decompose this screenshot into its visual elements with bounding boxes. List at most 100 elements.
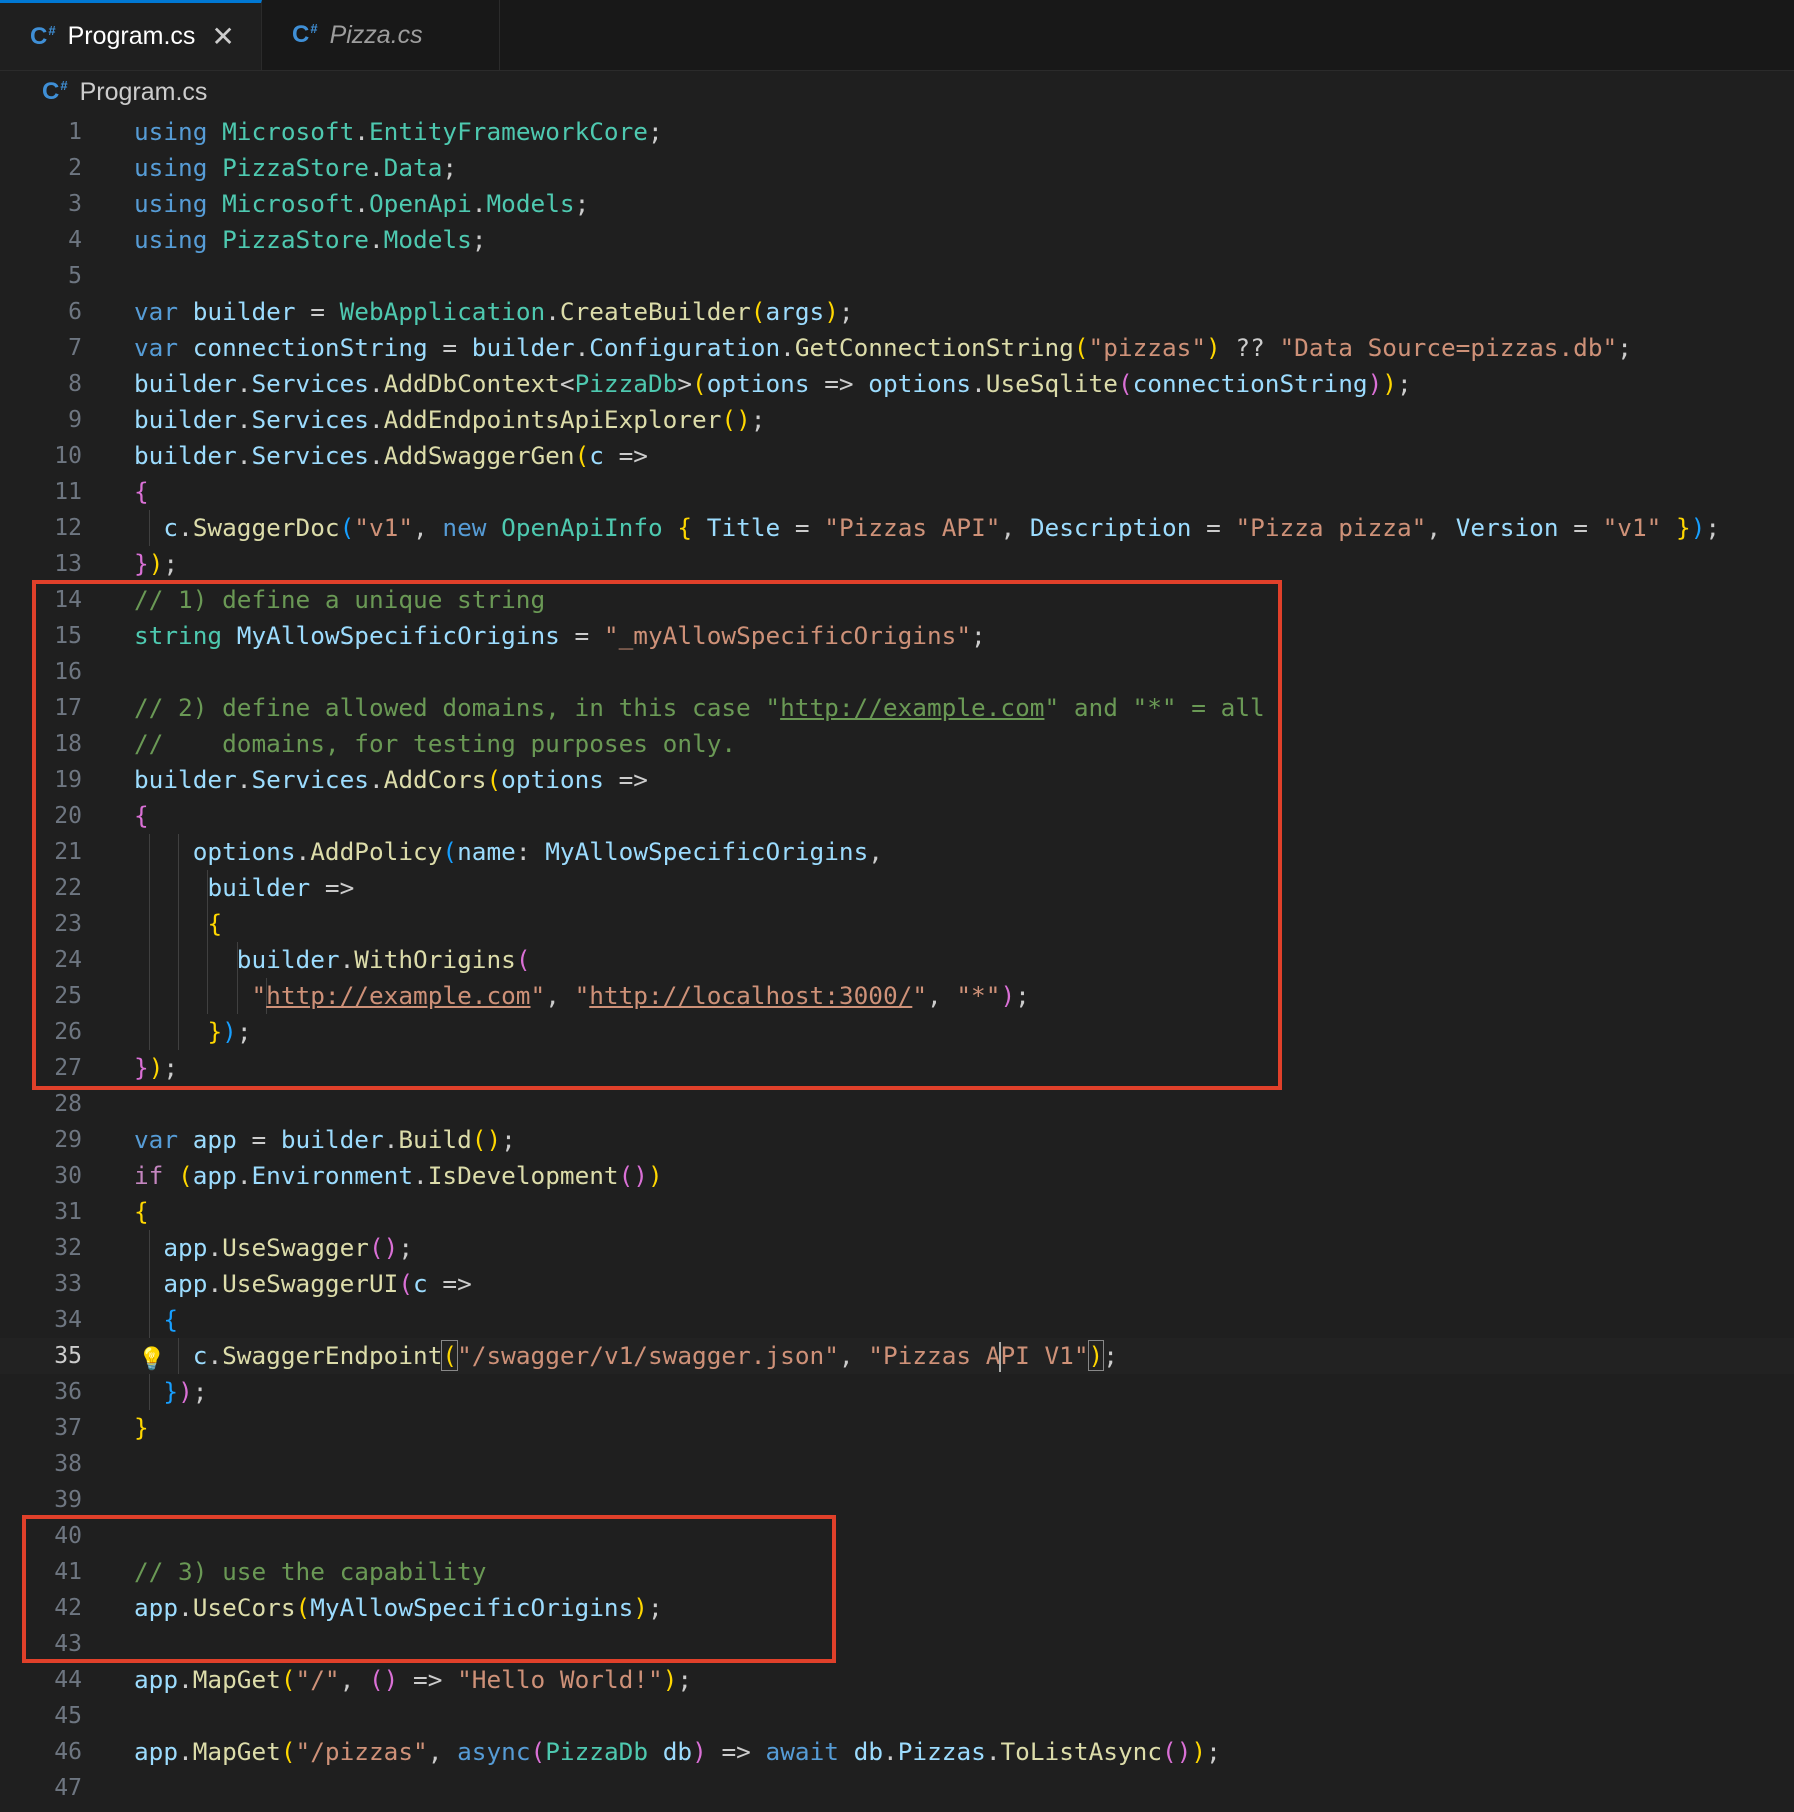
code-text: builder.Services.AddEndpointsApiExplorer… [134, 405, 766, 434]
code-line[interactable]: 22 builder => [0, 870, 1794, 906]
code-line[interactable]: 34 { [0, 1302, 1794, 1338]
code-text: string MyAllowSpecificOrigins = "_myAllo… [134, 621, 986, 650]
code-text: var app = builder.Build(); [134, 1125, 516, 1154]
code-line[interactable]: 9 builder.Services.AddEndpointsApiExplore… [0, 402, 1794, 438]
code-line[interactable]: 39 [0, 1482, 1794, 1518]
code-text: app.UseSwaggerUI(c => [163, 1269, 472, 1298]
code-line[interactable]: 4 using PizzaStore.Models; [0, 222, 1794, 258]
code-line[interactable]: 15 string MyAllowSpecificOrigins = "_myAl… [0, 618, 1794, 654]
code-line[interactable]: 17 // 2) define allowed domains, in this … [0, 690, 1794, 726]
code-text: }); [134, 549, 179, 578]
code-line[interactable]: 46 app.MapGet("/pizzas", async(PizzaDb db… [0, 1734, 1794, 1770]
line-number: 16 [54, 659, 82, 685]
code-text: c.SwaggerDoc("v1", new OpenApiInfo { Tit… [163, 513, 1721, 542]
code-line[interactable]: 23 { [0, 906, 1794, 942]
code-line[interactable]: 41 // 3) use the capability [0, 1554, 1794, 1590]
code-line[interactable]: 8 builder.Services.AddDbContext<PizzaDb>(… [0, 366, 1794, 402]
code-line[interactable]: 3 using Microsoft.OpenApi.Models; [0, 186, 1794, 222]
line-number: 35 [54, 1343, 82, 1369]
csharp-file-icon: C# [30, 22, 56, 50]
line-number: 10 [54, 443, 82, 469]
line-number: 2 [68, 155, 82, 181]
close-icon[interactable]: ✕ [211, 20, 234, 53]
code-line[interactable]: 35 💡 c.SwaggerEndpoint("/swagger/v1/swagg… [0, 1338, 1794, 1374]
code-line[interactable]: 36 }); [0, 1374, 1794, 1410]
line-number: 28 [54, 1091, 82, 1117]
code-line[interactable]: 16 [0, 654, 1794, 690]
code-line[interactable]: 12 c.SwaggerDoc("v1", new OpenApiInfo { … [0, 510, 1794, 546]
line-number: 23 [54, 911, 82, 937]
code-line[interactable]: 45 [0, 1698, 1794, 1734]
code-line[interactable]: 18 // domains, for testing purposes only. [0, 726, 1794, 762]
line-number: 45 [54, 1703, 82, 1729]
line-number: 47 [54, 1775, 82, 1801]
code-line[interactable]: 6 var builder = WebApplication.CreateBuil… [0, 294, 1794, 330]
code-line[interactable]: 28 [0, 1086, 1794, 1122]
tab-program-cs[interactable]: C# Program.cs ✕ [0, 0, 262, 70]
code-line[interactable]: 19 builder.Services.AddCors(options => [0, 762, 1794, 798]
code-line[interactable]: 5 [0, 258, 1794, 294]
code-line[interactable]: 32 app.UseSwagger(); [0, 1230, 1794, 1266]
breadcrumb[interactable]: C# Program.cs [42, 74, 207, 110]
line-number: 42 [54, 1595, 82, 1621]
tab-label: Program.cs [67, 22, 196, 50]
code-line[interactable]: 20 { [0, 798, 1794, 834]
line-number: 43 [54, 1631, 82, 1657]
code-line[interactable]: 14 // 1) define a unique string [0, 582, 1794, 618]
code-line[interactable]: 38 [0, 1446, 1794, 1482]
line-number: 7 [68, 335, 82, 361]
line-number: 8 [68, 371, 82, 397]
code-line[interactable]: 26 }); [0, 1014, 1794, 1050]
code-line[interactable]: 33 app.UseSwaggerUI(c => [0, 1266, 1794, 1302]
line-number: 46 [54, 1739, 82, 1765]
code-text: }); [163, 1377, 208, 1406]
line-number: 34 [54, 1307, 82, 1333]
code-text: app.UseCors(MyAllowSpecificOrigins); [134, 1593, 663, 1622]
line-number: 14 [54, 587, 82, 613]
line-number: 37 [54, 1415, 82, 1441]
tab-pizza-cs[interactable]: C# Pizza.cs [262, 0, 500, 70]
code-text: builder.WithOrigins( [236, 945, 531, 974]
code-line[interactable]: 11 { [0, 474, 1794, 510]
line-number: 13 [54, 551, 82, 577]
code-text: using PizzaStore.Models; [134, 225, 487, 254]
code-line[interactable]: 30 if (app.Environment.IsDevelopment()) [0, 1158, 1794, 1194]
line-number: 1 [68, 119, 82, 145]
code-text: var builder = WebApplication.CreateBuild… [134, 297, 854, 326]
line-number: 26 [54, 1019, 82, 1045]
code-text: options.AddPolicy(name: MyAllowSpecificO… [192, 837, 883, 866]
code-line[interactable]: 31 { [0, 1194, 1794, 1230]
code-line[interactable]: 43 [0, 1626, 1794, 1662]
code-line[interactable]: 21 options.AddPolicy(name: MyAllowSpecif… [0, 834, 1794, 870]
code-line[interactable]: 37} [0, 1410, 1794, 1446]
code-text: // domains, for testing purposes only. [134, 729, 737, 758]
code-line[interactable]: 40 [0, 1518, 1794, 1554]
line-number: 3 [68, 191, 82, 217]
code-line[interactable]: 10 builder.Services.AddSwaggerGen(c => [0, 438, 1794, 474]
code-line[interactable]: 27}); [0, 1050, 1794, 1086]
line-number: 6 [68, 299, 82, 325]
code-line[interactable]: 24 builder.WithOrigins( [0, 942, 1794, 978]
code-line[interactable]: 42 app.UseCors(MyAllowSpecificOrigins); [0, 1590, 1794, 1626]
code-line[interactable]: 1 using Microsoft.EntityFrameworkCore; [0, 114, 1794, 150]
breadcrumb-file: Program.cs [79, 77, 208, 106]
code-text: builder.Services.AddSwaggerGen(c => [134, 441, 648, 470]
line-number: 24 [54, 947, 82, 973]
code-text: { [207, 909, 223, 938]
code-line[interactable]: 44 app.MapGet("/", () => "Hello World!"); [0, 1662, 1794, 1698]
tab-label: Pizza.cs [329, 20, 423, 49]
code-line[interactable]: 47 [0, 1770, 1794, 1806]
code-text: { [134, 477, 149, 506]
code-line[interactable]: 25 "http://example.com", "http://localho… [0, 978, 1794, 1014]
code-line[interactable]: 13}); [0, 546, 1794, 582]
line-number: 21 [54, 839, 82, 865]
line-number: 44 [54, 1667, 82, 1693]
line-number: 41 [54, 1559, 82, 1585]
code-line[interactable]: 7 var connectionString = builder.Configur… [0, 330, 1794, 366]
line-number: 36 [54, 1379, 82, 1405]
code-line[interactable]: 2 using PizzaStore.Data; [0, 150, 1794, 186]
code-line[interactable]: 29 var app = builder.Build(); [0, 1122, 1794, 1158]
line-number: 17 [54, 695, 82, 721]
code-editor[interactable]: 1 using Microsoft.EntityFrameworkCore; 2 us… [0, 114, 1794, 1806]
line-number: 18 [54, 731, 82, 757]
